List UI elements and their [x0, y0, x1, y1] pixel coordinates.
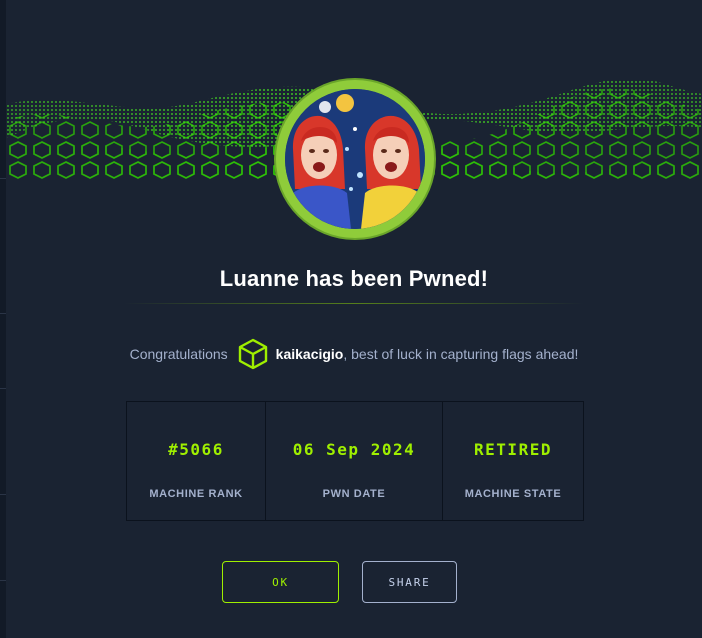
congrats-prefix: Congratulations: [129, 346, 228, 362]
luanne-twins-illustration: [285, 89, 425, 229]
stat-value: #5066: [168, 440, 224, 459]
hackthebox-cube-icon: [238, 338, 267, 370]
pwned-modal: Luanne has been Pwned! Congratulations k…: [6, 0, 702, 638]
stat-pwn-date: 06 Sep 2024 PWN DATE: [266, 402, 443, 520]
stat-label: MACHINE RANK: [149, 488, 243, 500]
stat-value: 06 Sep 2024: [292, 440, 416, 459]
machine-avatar-image: [285, 89, 425, 229]
stat-label: PWN DATE: [322, 488, 386, 500]
share-button[interactable]: SHARE: [362, 561, 457, 603]
machine-avatar: [276, 80, 434, 238]
stat-value: RETIRED: [474, 440, 552, 459]
congrats-suffix: , best of luck in capturing flags ahead!: [343, 346, 579, 362]
stat-machine-rank: #5066 MACHINE RANK: [127, 402, 266, 520]
stat-machine-state: RETIRED MACHINE STATE: [443, 402, 583, 520]
page-title: Luanne has been Pwned!: [219, 266, 489, 291]
congratulations-message: Congratulations kaikacigio , best of luc…: [6, 337, 702, 371]
username-link[interactable]: kaikacigio: [276, 346, 344, 362]
ok-button[interactable]: OK: [222, 561, 339, 603]
pwn-stats-panel: #5066 MACHINE RANK 06 Sep 2024 PWN DATE …: [126, 401, 584, 521]
stat-label: MACHINE STATE: [464, 488, 562, 500]
title-divider: [124, 303, 584, 304]
